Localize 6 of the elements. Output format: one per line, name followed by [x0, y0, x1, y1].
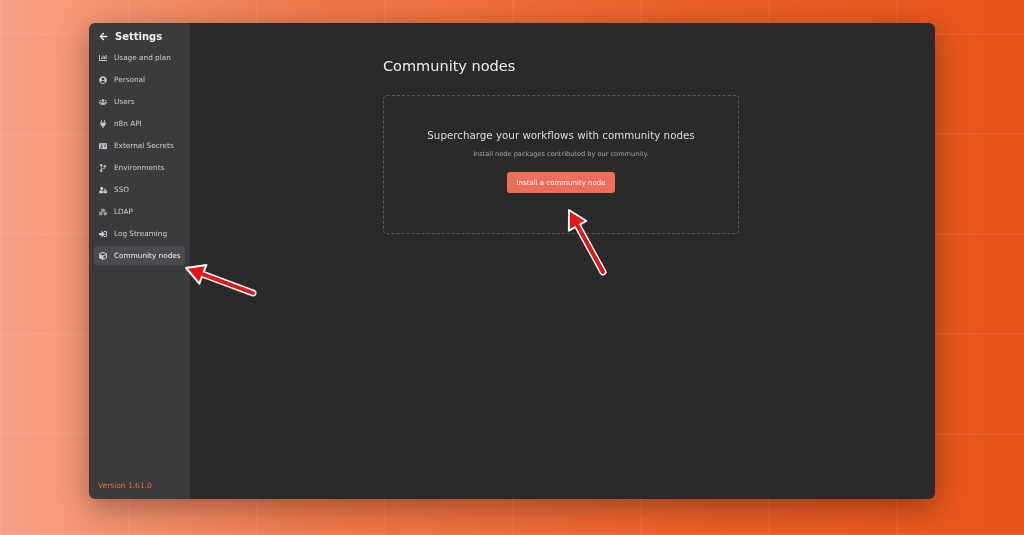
back-arrow-icon[interactable] — [99, 32, 108, 41]
sidebar-title: Settings — [115, 31, 163, 42]
annotation-arrow — [567, 209, 607, 276]
page-title: Community nodes — [383, 58, 516, 74]
annotation-arrow — [185, 263, 257, 297]
empty-state-heading: Supercharge your workflows with community nodes — [427, 129, 695, 141]
